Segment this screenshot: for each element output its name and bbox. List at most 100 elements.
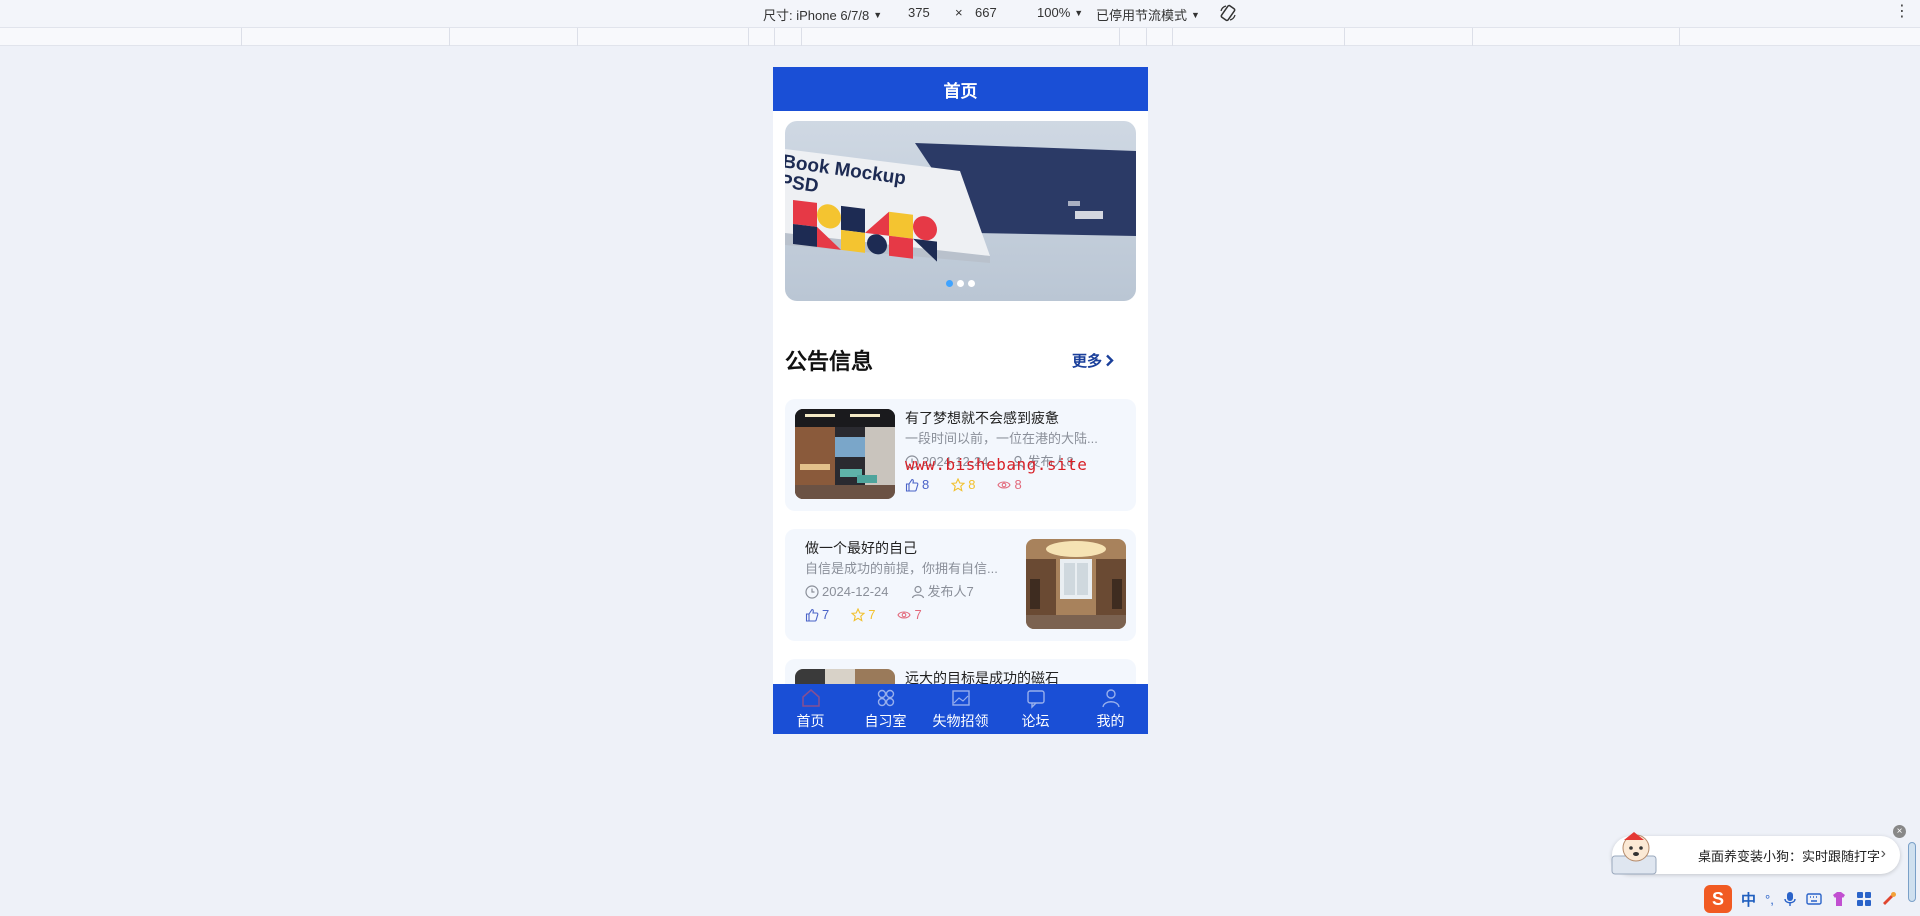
view-count: 7 xyxy=(897,606,922,624)
pet-dog-icon[interactable] xyxy=(1606,828,1664,878)
star-icon xyxy=(951,478,966,492)
home-icon xyxy=(801,689,820,707)
width-value: 375 xyxy=(908,5,930,20)
throttle-select[interactable]: 已停用节流模式 ▼ xyxy=(1096,5,1200,24)
pet-message: 桌面养变装小狗：实时跟随打字 xyxy=(1698,848,1881,864)
eye-icon xyxy=(997,481,1012,489)
notice-desc: 一段时间以前，一位在港的大陆... xyxy=(905,431,1098,446)
tools-icon[interactable] xyxy=(1881,891,1897,907)
height-value: 667 xyxy=(975,5,997,20)
eye-icon xyxy=(897,611,912,619)
star-icon xyxy=(851,608,866,622)
view-count: 8 xyxy=(997,476,1022,494)
thumbs-up-icon xyxy=(805,608,819,622)
width-input[interactable]: 375 xyxy=(908,5,930,20)
clock-icon xyxy=(805,585,819,599)
carousel-dot[interactable] xyxy=(946,280,953,287)
ruler-mark xyxy=(748,28,749,46)
user-icon xyxy=(1101,689,1120,708)
ruler-mark xyxy=(1172,28,1173,46)
favorite-count[interactable]: 8 xyxy=(951,476,975,494)
phone-viewport: 首页 Book Mockup PSD 公告信息 更多 有了梦想就不会感到疲惫 一… xyxy=(773,67,1148,734)
apps-icon[interactable] xyxy=(1856,891,1872,907)
notice-card[interactable]: 做一个最好的自己 自信是成功的前提，你拥有自信... 2024-12-24 发布… xyxy=(785,529,1136,641)
ruler-mark xyxy=(449,28,450,46)
ruler-mark xyxy=(577,28,578,46)
more-label: 更多 xyxy=(1072,353,1103,370)
banner-carousel[interactable]: Book Mockup PSD xyxy=(785,121,1136,301)
mic-icon[interactable] xyxy=(1783,891,1797,907)
ruler-mark xyxy=(241,28,242,46)
more-options-icon[interactable]: ⋮ xyxy=(1894,3,1910,21)
notice-date-text: 2024-12-24 xyxy=(822,584,889,599)
chevron-down-icon: ▼ xyxy=(873,9,883,20)
ime-toolbar: S 中 °, xyxy=(1702,884,1920,914)
punctuation-toggle[interactable]: °, xyxy=(1765,892,1774,907)
ruler-mark xyxy=(1679,28,1680,46)
chevron-right-icon[interactable]: › xyxy=(1881,845,1886,863)
ruler-mark xyxy=(1472,28,1473,46)
devtools-toolbar: 尺寸: iPhone 6/7/8 ▼ 375 × 667 100% ▼ 已停用节… xyxy=(0,0,1920,27)
like-count-text: 8 xyxy=(922,477,930,492)
banner-image: Book Mockup PSD xyxy=(785,143,1136,263)
favorite-count-text: 8 xyxy=(968,477,976,492)
carousel-indicators xyxy=(785,280,1136,287)
image-icon xyxy=(951,690,970,706)
tab-mine[interactable]: 我的 xyxy=(1073,684,1148,734)
chevron-down-icon: ▼ xyxy=(1191,9,1200,20)
watermark: www.bishebang.site xyxy=(905,455,1088,474)
ime-mode[interactable]: 中 xyxy=(1741,889,1756,910)
bottom-tab-bar: 首页 自习室 失物招领 论坛 我的 xyxy=(773,684,1148,734)
user-icon xyxy=(911,585,924,599)
notice-author-text: 发布人7 xyxy=(927,584,974,599)
notice-author: 发布人7 xyxy=(911,583,974,601)
favorite-count[interactable]: 7 xyxy=(851,606,875,624)
notice-title: 做一个最好的自己 xyxy=(805,540,917,556)
notice-desc: 自信是成功的前提，你拥有自信... xyxy=(805,561,998,576)
chevron-right-icon xyxy=(1106,354,1114,367)
sogou-logo-icon[interactable]: S xyxy=(1704,885,1732,913)
ruler-mark xyxy=(774,28,775,46)
keyboard-icon[interactable] xyxy=(1806,892,1822,906)
favorite-count-text: 7 xyxy=(868,607,876,622)
throttle-value: 已停用节流模式 xyxy=(1096,8,1188,23)
like-count-text: 7 xyxy=(822,607,830,622)
grid-icon xyxy=(877,689,894,707)
close-icon[interactable]: × xyxy=(1893,825,1906,838)
tab-forum[interactable]: 论坛 xyxy=(998,684,1073,734)
ruler-mark xyxy=(1146,28,1147,46)
tab-label: 我的 xyxy=(1096,713,1125,729)
tab-label: 失物招领 xyxy=(932,713,989,729)
times-label: × xyxy=(955,5,963,20)
ruler-mark xyxy=(801,28,802,46)
tab-study-room[interactable]: 自习室 xyxy=(848,684,923,734)
notice-date: 2024-12-24 xyxy=(805,583,889,601)
carousel-dot[interactable] xyxy=(957,280,964,287)
notice-section-title: 公告信息 xyxy=(785,349,874,374)
ruler-mark xyxy=(1119,28,1120,46)
skin-icon[interactable] xyxy=(1831,891,1847,907)
media-query-ruler xyxy=(0,27,1920,46)
view-count-text: 7 xyxy=(914,607,922,622)
carousel-dot[interactable] xyxy=(968,280,975,287)
notice-thumbnail xyxy=(1026,539,1126,629)
page-title: 首页 xyxy=(943,81,978,101)
rotate-icon[interactable] xyxy=(1218,3,1238,23)
tab-label: 自习室 xyxy=(864,713,907,729)
zoom-select[interactable]: 100% ▼ xyxy=(1037,5,1083,20)
like-count[interactable]: 8 xyxy=(905,476,929,494)
tab-lost-found[interactable]: 失物招领 xyxy=(923,684,998,734)
tab-home[interactable]: 首页 xyxy=(773,684,848,734)
times-sign: × xyxy=(955,5,963,20)
more-link[interactable]: 更多 xyxy=(1072,350,1115,371)
tab-label: 论坛 xyxy=(1021,713,1050,729)
app-header: 首页 xyxy=(773,67,1148,111)
notice-thumbnail xyxy=(795,409,895,499)
ruler-mark xyxy=(1344,28,1345,46)
device-select[interactable]: 尺寸: iPhone 6/7/8 ▼ xyxy=(763,5,882,24)
tab-label: 首页 xyxy=(796,713,825,729)
zoom-value: 100% xyxy=(1037,5,1071,20)
like-count[interactable]: 7 xyxy=(805,606,829,624)
height-input[interactable]: 667 xyxy=(975,5,997,20)
chevron-down-icon: ▼ xyxy=(1074,7,1084,18)
